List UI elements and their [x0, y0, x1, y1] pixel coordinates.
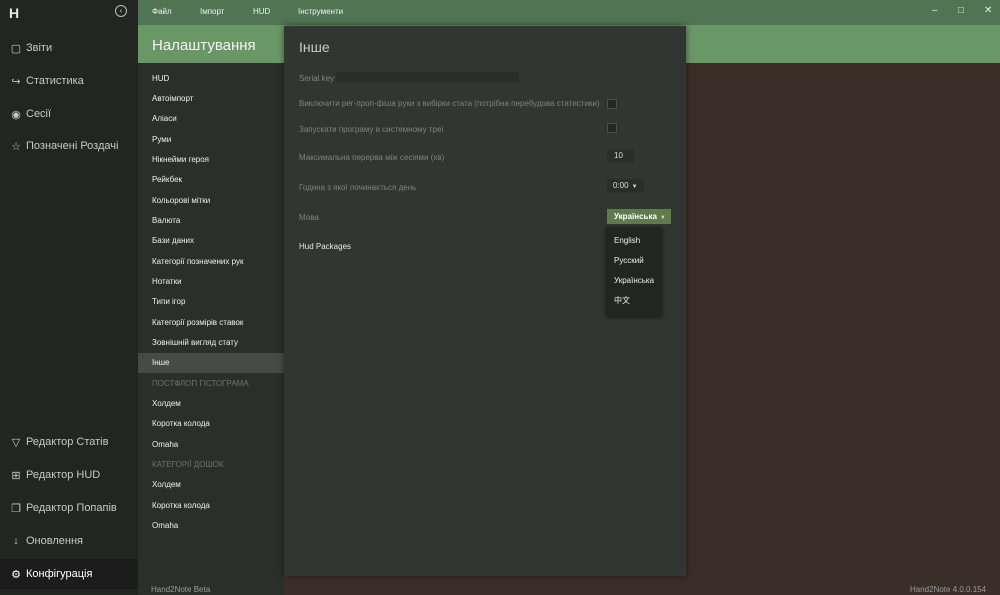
language-select[interactable]: Українська ▼	[607, 209, 671, 224]
nav-item-aliases[interactable]: Аліаси	[138, 109, 284, 129]
nav-item-boards-omaha[interactable]: Omaha	[138, 516, 284, 536]
rail-item-label: Редактор HUD	[26, 469, 101, 481]
reports-icon: ▢	[10, 42, 22, 55]
nav-item-hud[interactable]: HUD	[138, 69, 284, 89]
nav-item-marked-hand-categories[interactable]: Категорії позначених рук	[138, 252, 284, 272]
day-start-hour-select[interactable]: 0:00 ▼	[607, 179, 644, 193]
language-option-chinese[interactable]: 中文	[606, 291, 662, 311]
nav-item-boards-holdem[interactable]: Холдем	[138, 475, 284, 495]
status-app-name: Hand2Note Beta	[151, 585, 211, 594]
menu-tools[interactable]: Інструменти	[298, 7, 343, 16]
rail-item-popup-editor[interactable]: ❐ Редактор Попапів	[0, 493, 138, 523]
rail-item-label: Статистика	[26, 75, 84, 87]
hud-packages-link[interactable]: Hud Packages	[299, 242, 351, 251]
nav-item-stat-appearance[interactable]: Зовнішній вигляд стату	[138, 333, 284, 353]
serial-key-input[interactable]	[336, 72, 519, 83]
language-option-russian[interactable]: Русский	[606, 251, 662, 271]
gear-icon: ⚙	[11, 568, 21, 581]
exclude-reg-prop-fish-label: Виключити рег-проп-фіша руки з вибірки с…	[299, 99, 600, 108]
rail-item-label: Звіти	[26, 42, 53, 54]
maximize-icon[interactable]: □	[958, 5, 964, 16]
download-icon: ↓	[13, 535, 19, 547]
menu-import[interactable]: Імпорт	[200, 7, 224, 16]
chevron-down-icon: ▼	[659, 215, 666, 221]
popup-icon: ❐	[11, 502, 21, 515]
language-option-english[interactable]: English	[606, 231, 662, 251]
status-version: Hand2Note 4.0.0.154	[910, 585, 987, 594]
nav-item-color-markers[interactable]: Кольорові мітки	[138, 191, 284, 211]
nav-item-rooms[interactable]: Руми	[138, 130, 284, 150]
day-start-hour-label: Година з якої починається день	[299, 183, 417, 192]
nav-section-postflop-histogram: ПОСТФЛОП ГІСТОГРАМА	[152, 379, 249, 388]
filter-icon: ▽	[11, 436, 21, 449]
nav-item-histogram-holdem[interactable]: Холдем	[138, 394, 284, 414]
settings-title: Налаштування	[152, 37, 256, 54]
nav-item-histogram-omaha[interactable]: Omaha	[138, 435, 284, 455]
exclude-reg-prop-fish-checkbox[interactable]	[607, 99, 617, 109]
nav-item-game-types[interactable]: Типи ігор	[138, 292, 284, 312]
nav-item-boards-short-deck[interactable]: Коротка колода	[138, 496, 284, 516]
nav-section-board-categories: КАТЕГОРІЇ ДОШОК	[152, 460, 224, 469]
rail-item-label: Сесії	[26, 108, 52, 120]
session-gap-input[interactable]: 10	[607, 149, 634, 163]
nav-item-autoimport[interactable]: Автоімпорт	[138, 89, 284, 109]
rail-item-sessions[interactable]: ◉ Сесії	[0, 99, 138, 129]
rail-item-hud-editor[interactable]: ⊞ Редактор HUD	[0, 460, 138, 490]
left-rail: H ‹ ▢ Звіти ↪ Статистика ◉ Сесії ☆ Позна…	[0, 0, 138, 595]
nav-item-currency[interactable]: Валюта	[138, 211, 284, 231]
rail-item-statistics[interactable]: ↪ Статистика	[0, 66, 138, 96]
session-gap-label: Максимальна перерва між сесіями (хв)	[299, 153, 445, 162]
minimize-icon[interactable]: –	[932, 5, 938, 16]
close-icon[interactable]: ✕	[984, 5, 992, 16]
language-value: Українська	[614, 212, 657, 221]
rail-item-marked-hands[interactable]: ☆ Позначені Роздачі	[0, 131, 138, 161]
serial-key-label: Serial key	[299, 74, 335, 83]
rail-item-updates[interactable]: ↓ Оновлення	[0, 526, 138, 556]
menu-file[interactable]: Файл	[152, 7, 172, 16]
other-settings-panel: Інше Serial key Виключити рег-проп-фіша …	[284, 26, 686, 576]
chevron-down-icon: ▼	[631, 184, 638, 190]
nav-item-other[interactable]: Інше	[138, 353, 284, 373]
statistics-icon: ↪	[11, 75, 21, 88]
star-icon: ☆	[11, 140, 21, 153]
menu-hud[interactable]: HUD	[253, 7, 270, 16]
nav-item-histogram-short-deck[interactable]: Коротка колода	[138, 414, 284, 434]
day-start-hour-value: 0:00	[613, 181, 629, 190]
app-logo: H	[9, 5, 20, 21]
rail-item-stat-editor[interactable]: ▽ Редактор Статів	[0, 427, 138, 457]
start-in-tray-label: Запускати програму в системному треї	[299, 125, 444, 134]
language-dropdown: English Русский Українська 中文	[606, 227, 662, 316]
rail-item-label: Редактор Попапів	[26, 502, 117, 514]
nav-item-hero-nicknames[interactable]: Нікнейми героя	[138, 150, 284, 170]
nav-item-databases[interactable]: Бази даних	[138, 231, 284, 251]
collapse-rail-icon[interactable]: ‹	[115, 5, 127, 17]
nav-item-notes[interactable]: Нотатки	[138, 272, 284, 292]
rail-item-reports[interactable]: ▢ Звіти	[0, 33, 138, 63]
rail-item-label: Редактор Статів	[26, 436, 109, 448]
language-label: Мова	[299, 213, 319, 222]
rail-item-label: Оновлення	[26, 535, 83, 547]
rail-item-label: Конфігурація	[26, 568, 93, 580]
nav-item-bet-size-categories[interactable]: Категорії розмірів ставок	[138, 313, 284, 333]
nav-item-rakeback[interactable]: Рейкбек	[138, 170, 284, 190]
hud-icon: ⊞	[11, 469, 21, 482]
menu-bar: Файл Імпорт HUD Інструменти – □ ✕	[138, 0, 1000, 25]
rail-item-label: Позначені Роздачі	[26, 140, 119, 152]
settings-nav: HUD Автоімпорт Аліаси Руми Нікнейми геро…	[138, 63, 284, 595]
rail-item-configuration[interactable]: ⚙ Конфігурація	[0, 559, 138, 589]
language-option-ukrainian[interactable]: Українська	[606, 271, 662, 291]
start-in-tray-checkbox[interactable]	[607, 123, 617, 133]
sessions-icon: ◉	[11, 108, 21, 121]
panel-title: Інше	[299, 39, 330, 55]
